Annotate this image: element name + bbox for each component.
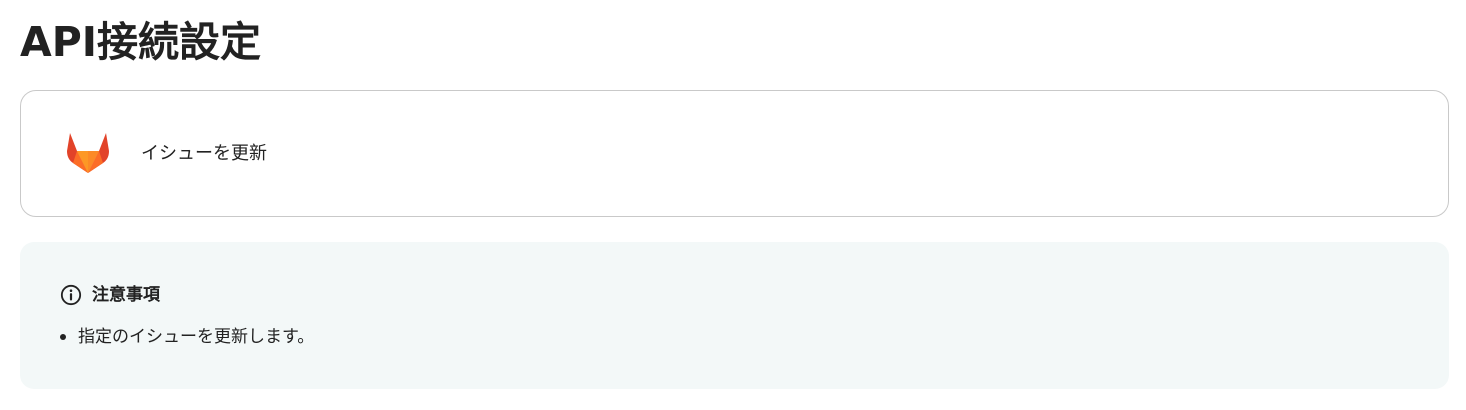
notice-item-text: 指定のイシューを更新します。 — [78, 327, 315, 347]
gitlab-logo-icon — [67, 133, 109, 173]
page-title: API接続設定 — [20, 18, 262, 66]
notice-title: 注意事項 — [92, 285, 160, 305]
info-icon — [60, 284, 82, 306]
notice-header: 注意事項 — [60, 283, 160, 307]
notice-box: 注意事項 指定のイシューを更新します。 — [20, 242, 1449, 389]
notice-item: 指定のイシューを更新します。 — [60, 325, 314, 349]
notice-list: 指定のイシューを更新します。 — [60, 325, 314, 349]
gitlab-action-card[interactable]: イシューを更新 — [20, 90, 1449, 217]
action-label: イシューを更新 — [141, 143, 267, 164]
bullet-icon — [60, 334, 66, 340]
